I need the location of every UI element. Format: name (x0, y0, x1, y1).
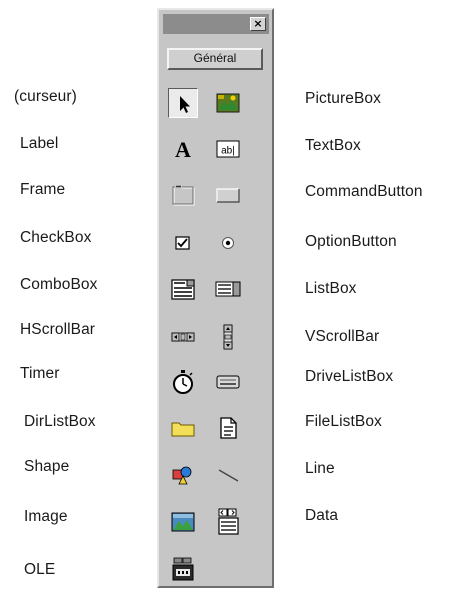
toolbox-titlebar[interactable]: × (163, 14, 269, 34)
stopwatch-icon (173, 370, 193, 394)
label-image: Image (24, 508, 68, 525)
drive-icon (216, 375, 240, 389)
label-textbox: TextBox (305, 137, 361, 154)
commandbutton-icon (216, 188, 240, 203)
close-icon: × (253, 17, 263, 30)
vscrollbar-tool[interactable] (213, 322, 243, 352)
label-hscrollbar: HScrollBar (20, 321, 96, 338)
label-shape: Shape (24, 458, 70, 475)
label-frame: Frame (20, 181, 66, 198)
pointer-icon (180, 96, 190, 113)
line-tool[interactable] (213, 460, 243, 490)
combobox-tool[interactable] (168, 274, 198, 304)
label-optionbutton: OptionButton (305, 233, 397, 250)
label-label: Label (20, 135, 59, 152)
checkbox-icon (175, 236, 190, 250)
line-icon (218, 469, 239, 482)
toolbox-window: × Général A ab| (157, 8, 274, 588)
label-checkbox: CheckBox (20, 229, 92, 246)
combobox-icon (171, 279, 195, 300)
shapes-icon (172, 466, 192, 485)
svg-text:ab|: ab| (221, 146, 235, 157)
label-drivelistbox: DriveListBox (305, 368, 394, 385)
vscrollbar-icon (223, 324, 233, 350)
label-pointer: (curseur) (14, 88, 77, 105)
commandbutton-tool[interactable] (213, 180, 243, 210)
close-button[interactable]: × (250, 17, 266, 31)
picturebox-icon (216, 93, 240, 113)
label-tool[interactable]: A (168, 134, 198, 164)
label-timer: Timer (20, 365, 60, 382)
label-dirlistbox: DirListBox (24, 413, 96, 430)
tab-general[interactable]: Général (167, 48, 263, 70)
picturebox-tool[interactable] (213, 88, 243, 118)
data-tool[interactable] (213, 507, 243, 537)
hscrollbar-icon (171, 332, 195, 342)
label-filelistbox: FileListBox (305, 413, 382, 430)
ole-tool[interactable] (168, 555, 198, 585)
folder-icon (171, 422, 195, 437)
ole-icon (172, 557, 194, 581)
label-vscrollbar: VScrollBar (305, 328, 380, 345)
image-icon (171, 512, 195, 532)
label-combobox: ComboBox (20, 276, 98, 293)
label-icon: A (175, 137, 191, 162)
label-listbox: ListBox (305, 280, 357, 297)
file-icon (220, 417, 237, 439)
listbox-tool[interactable] (213, 274, 243, 304)
checkbox-tool[interactable] (168, 228, 198, 258)
pointer-tool[interactable] (168, 88, 198, 118)
label-ole: OLE (24, 561, 56, 578)
drivelistbox-tool[interactable] (213, 367, 243, 397)
radio-icon (222, 237, 234, 249)
textbox-icon: ab| (216, 140, 240, 158)
image-tool[interactable] (168, 507, 198, 537)
svg-text:A: A (175, 137, 191, 162)
dirlistbox-tool[interactable] (168, 413, 198, 443)
shape-tool[interactable] (168, 460, 198, 490)
label-line: Line (305, 460, 335, 477)
frame-tool[interactable] (168, 180, 198, 210)
filelistbox-tool[interactable] (213, 413, 243, 443)
timer-tool[interactable] (168, 367, 198, 397)
optionbutton-tool[interactable] (213, 228, 243, 258)
listbox-icon (215, 281, 241, 297)
frame-icon (172, 184, 195, 206)
label-picturebox: PictureBox (305, 90, 381, 107)
data-control-icon (218, 508, 239, 535)
hscrollbar-tool[interactable] (168, 322, 198, 352)
textbox-tool[interactable]: ab| (213, 134, 243, 164)
label-data: Data (305, 507, 339, 524)
label-commandbutton: CommandButton (305, 183, 423, 200)
